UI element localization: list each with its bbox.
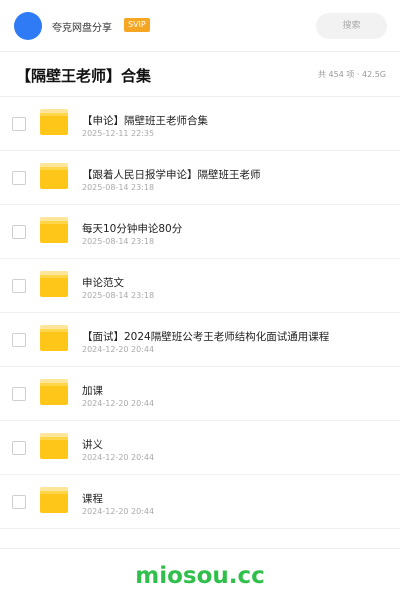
row-checkbox[interactable]	[12, 333, 26, 347]
file-row[interactable]: 【面试】2024隔壁班公考王老师结构化面试通用课程 2024-12-20 20:…	[0, 313, 400, 367]
file-name: 加课	[82, 385, 103, 397]
file-date: 2024-12-20 20:44	[82, 399, 155, 408]
file-row[interactable]: 【跟着人民日报学申论】隔壁班王老师 2025-08-14 23:18	[0, 151, 400, 205]
user-name: 夸克网盘分享	[52, 23, 112, 34]
folder-icon	[40, 379, 68, 405]
folder-icon	[40, 487, 68, 513]
user-avatar[interactable]	[14, 12, 42, 40]
file-row[interactable]: 课程 2024-12-20 20:44	[0, 475, 400, 529]
row-checkbox[interactable]	[12, 225, 26, 239]
file-row[interactable]: 每天10分钟申论80分 2025-08-14 23:18	[0, 205, 400, 259]
folder-icon	[40, 325, 68, 351]
page-title: 【隔壁王老师】合集	[16, 67, 152, 85]
file-name: 申论范文	[82, 277, 124, 289]
file-date: 2024-12-20 20:44	[82, 453, 155, 462]
file-list: 【申论】隔壁班王老师合集 2025-12-11 22:35 【跟着人民日报学申论…	[0, 97, 400, 529]
file-name: 课程	[82, 493, 103, 505]
row-checkbox[interactable]	[12, 387, 26, 401]
footer-bar: miosou.cc	[0, 548, 400, 600]
file-date: 2024-12-20 20:44	[82, 345, 155, 354]
file-row[interactable]: 申论范文 2025-08-14 23:18	[0, 259, 400, 313]
file-date: 2025-08-14 23:18	[82, 183, 155, 192]
site-watermark: miosou.cc	[135, 563, 265, 589]
file-row[interactable]: 讲义 2024-12-20 20:44	[0, 421, 400, 475]
folder-icon	[40, 271, 68, 297]
folder-icon	[40, 217, 68, 243]
file-row[interactable]: 【申论】隔壁班王老师合集 2025-12-11 22:35	[0, 97, 400, 151]
row-checkbox[interactable]	[12, 495, 26, 509]
header-bar: 夸克网盘分享 SVIP 搜索	[0, 0, 400, 52]
folder-icon	[40, 163, 68, 189]
row-checkbox[interactable]	[12, 117, 26, 131]
svip-badge: SVIP	[124, 18, 150, 32]
file-name: 每天10分钟申论80分	[82, 223, 183, 235]
row-checkbox[interactable]	[12, 441, 26, 455]
file-name: 【面试】2024隔壁班公考王老师结构化面试通用课程	[82, 331, 330, 343]
share-title-bar: 【隔壁王老师】合集 共 454 项 · 42.5G	[0, 52, 400, 97]
file-row[interactable]: 加课 2024-12-20 20:44	[0, 367, 400, 421]
row-checkbox[interactable]	[12, 279, 26, 293]
folder-icon	[40, 433, 68, 459]
row-checkbox[interactable]	[12, 171, 26, 185]
search-button[interactable]: 搜索	[316, 13, 387, 39]
file-name: 【申论】隔壁班王老师合集	[82, 115, 208, 127]
file-date: 2025-12-11 22:35	[82, 129, 155, 138]
file-date: 2025-08-14 23:18	[82, 291, 155, 300]
file-name: 【跟着人民日报学申论】隔壁班王老师	[82, 169, 261, 181]
file-date: 2024-12-20 20:44	[82, 507, 155, 516]
share-summary: 共 454 项 · 42.5G	[318, 70, 386, 79]
file-date: 2025-08-14 23:18	[82, 237, 155, 246]
folder-icon	[40, 109, 68, 135]
file-name: 讲义	[82, 439, 103, 451]
